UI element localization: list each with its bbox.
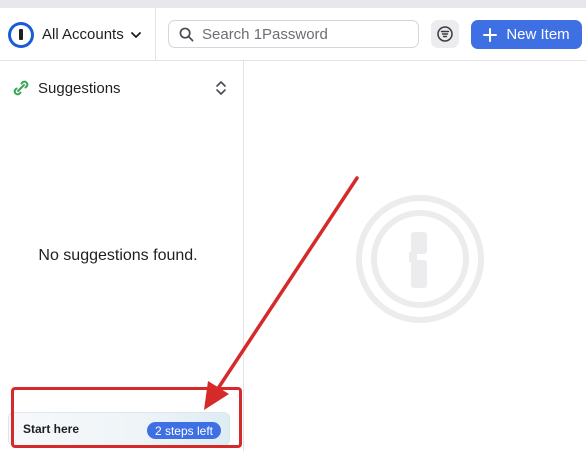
search-icon bbox=[179, 27, 194, 41]
annotation-highlight-box bbox=[11, 387, 242, 448]
account-switcher[interactable]: All Accounts bbox=[8, 20, 142, 49]
filter-button[interactable] bbox=[431, 20, 459, 48]
item-detail-pane bbox=[245, 61, 586, 451]
onepassword-watermark-icon bbox=[356, 195, 484, 323]
onepassword-logo-icon bbox=[8, 21, 34, 48]
new-item-button[interactable]: New Item bbox=[471, 20, 582, 49]
new-item-label: New Item bbox=[506, 26, 570, 43]
search-field[interactable] bbox=[168, 20, 419, 48]
empty-suggestions-message: No suggestions found. bbox=[38, 247, 198, 264]
filter-icon bbox=[437, 26, 453, 42]
account-pane: All Accounts bbox=[0, 8, 156, 60]
chevron-updown-icon[interactable] bbox=[214, 79, 228, 97]
chevron-down-icon bbox=[130, 31, 141, 38]
suggestions-label: Suggestions bbox=[38, 79, 121, 97]
search-input[interactable] bbox=[202, 25, 402, 43]
suggestions-icon bbox=[13, 80, 29, 96]
plus-icon bbox=[483, 27, 498, 42]
account-switcher-label: All Accounts bbox=[42, 26, 124, 43]
suggestions-header[interactable]: Suggestions bbox=[12, 77, 121, 99]
toolbar: All Accounts New Item bbox=[0, 8, 586, 61]
window-top-strip bbox=[0, 0, 586, 8]
